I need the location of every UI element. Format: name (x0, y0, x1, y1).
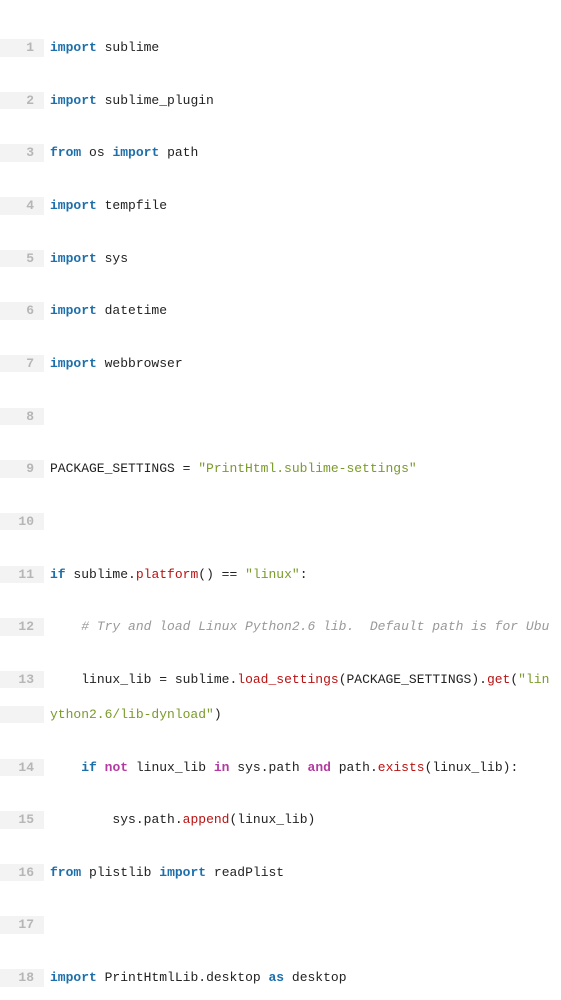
code-line: 16from plistlib import readPlist (0, 864, 561, 882)
code (44, 916, 58, 934)
line-number: 11 (0, 566, 44, 584)
code-line: 17 (0, 916, 561, 934)
line-number: 17 (0, 916, 44, 934)
line-number: 4 (0, 197, 44, 215)
code-line: 13 linux_lib = sublime.load_settings(PAC… (0, 671, 561, 689)
line-number: 18 (0, 969, 44, 987)
code-line: 18import PrintHtmlLib.desktop as desktop (0, 969, 561, 987)
code: sys.path.append(linux_lib) (44, 811, 315, 829)
line-number: 14 (0, 759, 44, 777)
code: import datetime (44, 302, 167, 320)
line-number: 2 (0, 92, 44, 110)
code-line: 8 (0, 408, 561, 426)
code-line: 12 # Try and load Linux Python2.6 lib. D… (0, 618, 561, 636)
code-line: 6import datetime (0, 302, 561, 320)
code: import sublime_plugin (44, 92, 214, 110)
code: import PrintHtmlLib.desktop as desktop (44, 969, 347, 987)
code: # Try and load Linux Python2.6 lib. Defa… (44, 618, 549, 636)
code-line: 4import tempfile (0, 197, 561, 215)
line-number: 3 (0, 144, 44, 162)
code: import sys (44, 250, 128, 268)
code-line: 15 sys.path.append(linux_lib) (0, 811, 561, 829)
line-number: 6 (0, 302, 44, 320)
line-number: 1 (0, 39, 44, 57)
line-number: 15 (0, 811, 44, 829)
code-line-wrap: ython2.6/lib-dynload") (0, 706, 561, 724)
line-number: 16 (0, 864, 44, 882)
code-line: 2import sublime_plugin (0, 92, 561, 110)
code: if sublime.platform() == "linux": (44, 566, 308, 584)
code: if not linux_lib in sys.path and path.ex… (44, 759, 518, 777)
code: PACKAGE_SETTINGS = "PrintHtml.sublime-se… (44, 460, 417, 478)
code-line: 7import webbrowser (0, 355, 561, 373)
code: import sublime (44, 39, 159, 57)
line-number: 13 (0, 671, 44, 689)
line-number (0, 706, 44, 724)
code-line: 10 (0, 513, 561, 531)
line-number: 8 (0, 408, 44, 426)
code: from plistlib import readPlist (44, 864, 284, 882)
line-number: 5 (0, 250, 44, 268)
code: ython2.6/lib-dynload") (44, 706, 222, 724)
code-block-top: 1import sublime 2import sublime_plugin 3… (0, 4, 561, 1000)
code: import tempfile (44, 197, 167, 215)
code: linux_lib = sublime.load_settings(PACKAG… (44, 671, 549, 689)
code-line: 5import sys (0, 250, 561, 268)
code: import webbrowser (44, 355, 183, 373)
code-line: 1import sublime (0, 39, 561, 57)
code-line: 11if sublime.platform() == "linux": (0, 566, 561, 584)
code-line: 9PACKAGE_SETTINGS = "PrintHtml.sublime-s… (0, 460, 561, 478)
line-number: 7 (0, 355, 44, 373)
code (44, 408, 58, 426)
line-number: 10 (0, 513, 44, 531)
line-number: 12 (0, 618, 44, 636)
line-number: 9 (0, 460, 44, 478)
code (44, 513, 58, 531)
code-line: 3from os import path (0, 144, 561, 162)
code-line: 14 if not linux_lib in sys.path and path… (0, 759, 561, 777)
code: from os import path (44, 144, 198, 162)
